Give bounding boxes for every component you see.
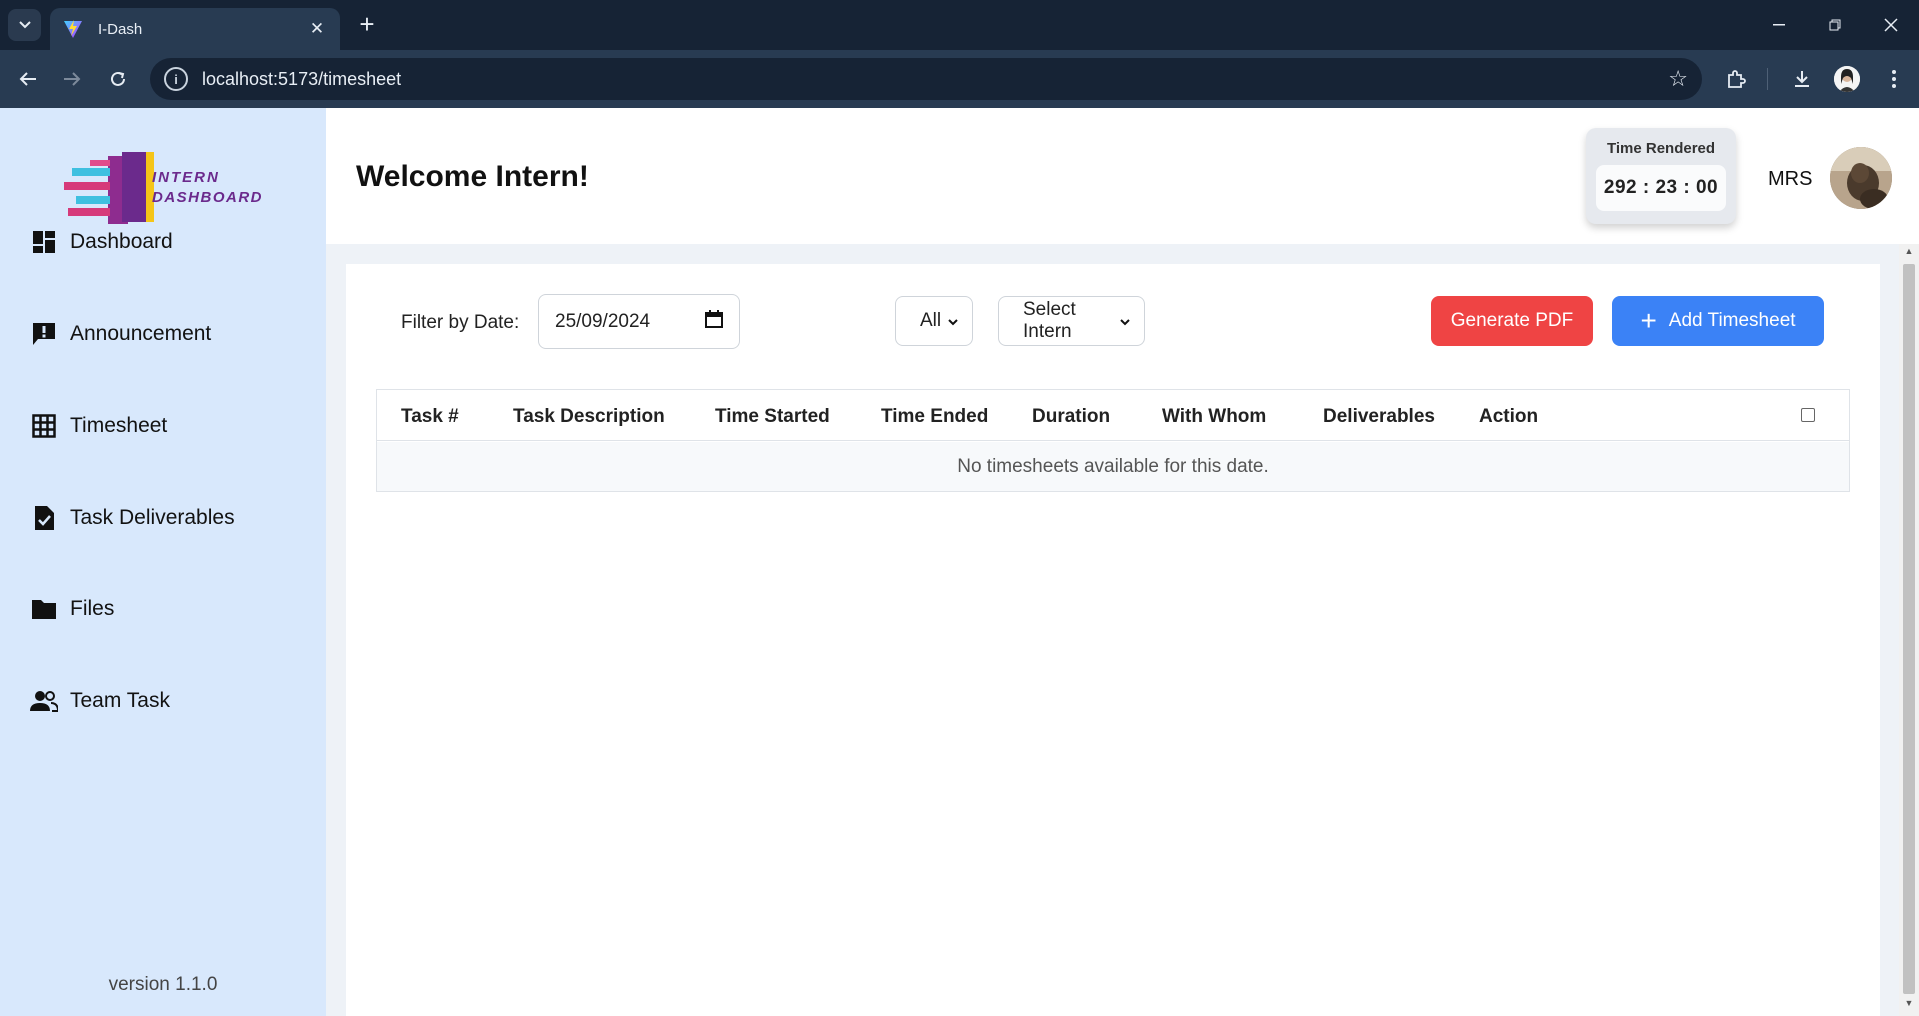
grid-icon — [30, 412, 58, 440]
svg-text:INTERN: INTERN — [152, 169, 220, 186]
sidebar-item-label: Files — [70, 597, 115, 620]
column-header-duration: Duration — [1032, 406, 1111, 427]
site-info-icon[interactable]: i — [164, 67, 188, 91]
intern-select[interactable]: Select Intern — [998, 296, 1145, 346]
sidebar-item-label: Announcement — [70, 322, 212, 345]
extensions-button[interactable] — [1720, 63, 1752, 95]
generate-pdf-button[interactable]: Generate PDF — [1431, 296, 1593, 346]
chevron-down-icon — [18, 21, 31, 29]
restore-icon — [1829, 19, 1841, 31]
close-tab-icon[interactable]: ✕ — [306, 19, 328, 39]
chevron-down-icon — [1120, 313, 1130, 329]
tab-title: I-Dash — [98, 20, 143, 38]
page-header: Welcome Intern! Time Rendered 292 : 23 :… — [326, 108, 1919, 244]
avatar[interactable] — [1830, 147, 1892, 209]
browser-tab[interactable]: I-Dash ✕ — [50, 8, 340, 50]
intern-dashboard-logo: INTERN DASHBOARD — [64, 152, 263, 224]
reload-icon — [111, 71, 125, 86]
close-window-button[interactable] — [1863, 0, 1919, 50]
time-rendered-card: Time Rendered 292 : 23 : 00 — [1586, 128, 1736, 224]
date-filter-input[interactable]: 25/09/2024 — [538, 294, 740, 349]
close-icon — [1884, 18, 1898, 32]
page-title: Welcome Intern! — [356, 160, 589, 193]
scroll-down-icon[interactable]: ▼ — [1899, 998, 1919, 1014]
url-text[interactable]: localhost:5173/timesheet — [202, 69, 1668, 90]
add-timesheet-label: Add Timesheet — [1668, 310, 1796, 331]
sidebar-item-announcement[interactable]: Announcement — [30, 314, 211, 354]
timesheet-table: Task # Task Description Time Started Tim… — [376, 389, 1850, 492]
vite-logo-icon — [64, 20, 82, 38]
download-icon — [1795, 71, 1809, 87]
restore-button[interactable] — [1807, 0, 1863, 50]
calendar-icon[interactable] — [705, 309, 723, 334]
sidebar-item-label: Timesheet — [70, 414, 168, 437]
intern-select-value: Select Intern — [1023, 299, 1076, 342]
browser-toolbar: i localhost:5173/timesheet ☆ — [0, 50, 1919, 108]
status-select[interactable]: All — [895, 296, 973, 346]
sidebar: INTERN DASHBOARD Dashboard Announcement … — [0, 108, 326, 1016]
more-vertical-icon — [1892, 70, 1896, 88]
select-all-checkbox[interactable] — [1801, 408, 1815, 422]
page-scrollbar[interactable]: ▲ ▼ — [1899, 244, 1919, 1016]
column-header-with-whom: With Whom — [1162, 406, 1267, 427]
arrow-left-icon — [19, 72, 36, 86]
browser-tab-bar: I-Dash ✕ + — [0, 0, 1919, 50]
column-header-time-started: Time Started — [715, 406, 830, 427]
scroll-up-icon[interactable]: ▲ — [1899, 246, 1919, 262]
column-header-time-ended: Time Ended — [881, 406, 989, 427]
new-tab-button[interactable]: + — [352, 10, 382, 40]
date-value: 25/09/2024 — [555, 310, 651, 332]
folder-icon — [30, 595, 58, 623]
minimize-icon — [1773, 24, 1785, 26]
chrome-menu-button[interactable] — [1878, 63, 1910, 95]
time-rendered-value: 292 : 23 : 00 — [1596, 165, 1726, 211]
tab-search-button[interactable] — [8, 9, 41, 41]
puzzle-icon — [1728, 70, 1746, 88]
table-header: Task # Task Description Time Started Tim… — [377, 390, 1849, 441]
column-header-deliverables: Deliverables — [1323, 406, 1435, 427]
sidebar-item-label: Team Task — [70, 689, 170, 712]
chevron-down-icon — [948, 313, 958, 329]
profile-avatar[interactable] — [1834, 66, 1860, 92]
column-header-task-description: Task Description — [513, 406, 665, 427]
announcement-icon — [30, 320, 58, 348]
time-rendered-label: Time Rendered — [1606, 140, 1716, 157]
minimize-button[interactable] — [1751, 0, 1807, 50]
document-check-icon — [30, 504, 58, 532]
sidebar-item-files[interactable]: Files — [30, 589, 114, 629]
plus-icon: + — [1640, 305, 1657, 336]
people-icon — [30, 687, 58, 715]
sidebar-item-dashboard[interactable]: Dashboard — [30, 222, 173, 262]
svg-text:DASHBOARD: DASHBOARD — [152, 189, 263, 206]
scrollbar-thumb[interactable] — [1903, 264, 1915, 994]
downloads-button[interactable] — [1786, 63, 1818, 95]
generate-pdf-label: Generate PDF — [1450, 310, 1574, 331]
address-bar[interactable]: i localhost:5173/timesheet ☆ — [150, 58, 1702, 100]
reload-button[interactable] — [102, 63, 134, 95]
status-select-value: All — [920, 310, 942, 331]
sidebar-item-task-deliverables[interactable]: Task Deliverables — [30, 498, 235, 538]
arrow-right-icon — [64, 72, 81, 86]
sidebar-item-label: Task Deliverables — [70, 506, 235, 529]
column-header-action: Action — [1479, 406, 1539, 427]
dashboard-icon — [30, 228, 58, 256]
forward-button[interactable] — [56, 63, 88, 95]
sidebar-item-team-task[interactable]: Team Task — [30, 681, 170, 721]
sidebar-item-label: Dashboard — [70, 230, 173, 253]
bookmark-star-icon[interactable]: ☆ — [1668, 66, 1688, 92]
sidebar-item-timesheet[interactable]: Timesheet — [30, 406, 167, 446]
user-initials[interactable]: MRS — [1768, 168, 1812, 191]
version-label: version 1.1.0 — [108, 974, 218, 995]
add-timesheet-button[interactable]: + Add Timesheet — [1612, 296, 1824, 346]
column-header-task-number: Task # — [401, 406, 459, 427]
window-controls — [1751, 0, 1919, 50]
timesheet-panel: Filter by Date: 25/09/2024 All Select In… — [346, 264, 1880, 1016]
back-button[interactable] — [12, 63, 44, 95]
filter-by-date-label: Filter by Date: — [401, 312, 520, 333]
toolbar-divider — [1767, 68, 1768, 90]
empty-table-message: No timesheets available for this date. — [377, 442, 1849, 491]
